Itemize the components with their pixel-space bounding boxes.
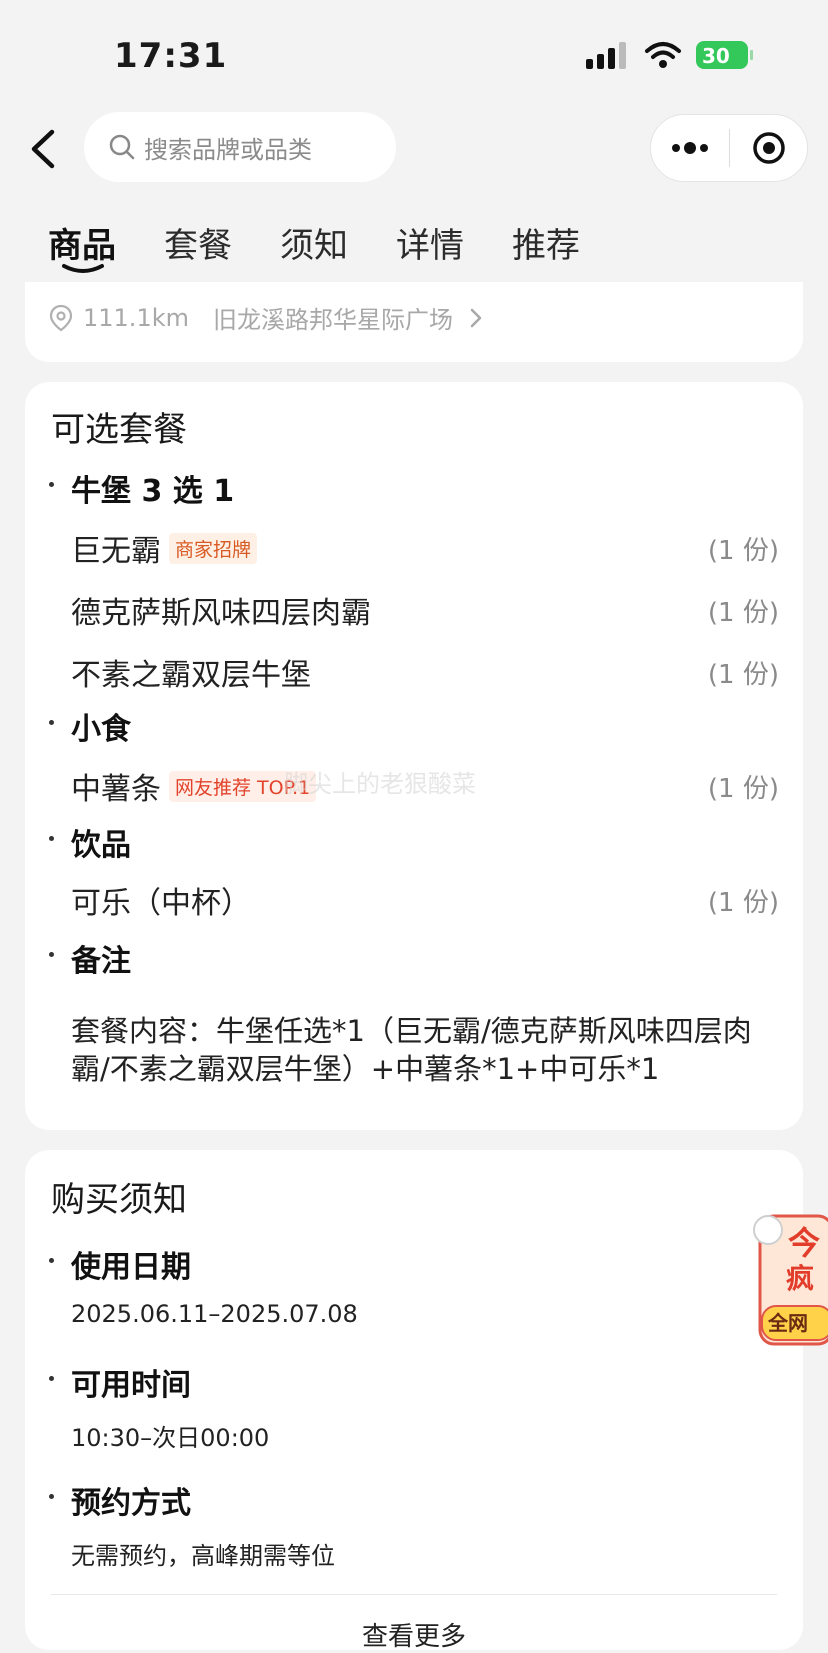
close-miniapp-button[interactable]: [730, 115, 807, 181]
more-menu-button[interactable]: [651, 115, 729, 181]
item-quantity: (1 份): [707, 598, 779, 628]
bullet-dot: [49, 836, 54, 841]
tab-recommend[interactable]: 推荐: [512, 218, 580, 267]
bullet-dot: [49, 720, 54, 725]
signature-tag: 商家招牌: [169, 532, 258, 564]
svg-text:疯: 疯: [786, 1262, 814, 1295]
notice-card: 购买须知 使用日期 2025.06.11–2025.07.08 可用时间 10:…: [25, 1150, 803, 1653]
watermark: 脚尖上的老狠酸菜: [284, 770, 476, 798]
bullet-dot: [49, 952, 54, 957]
item-name: 巨无霸 商家招牌: [71, 526, 258, 570]
group-title-burger: 牛堡 3 选 1: [49, 466, 234, 510]
tab-products[interactable]: 商品: [48, 218, 116, 267]
note-title: 备注: [49, 936, 131, 980]
bullet-dot: [49, 1376, 54, 1381]
notice-section-title: 可用时间: [49, 1360, 191, 1404]
status-bar: 17:31 30: [0, 0, 828, 110]
item-name: 可乐（中杯）: [71, 886, 251, 921]
tab-bar: 商品 套餐 须知 详情 推荐: [0, 210, 828, 280]
item-quantity: (1 份): [707, 660, 779, 690]
group-title-drink: 饮品: [49, 820, 131, 864]
svg-text:全网: 全网: [767, 1311, 808, 1335]
chevron-right-icon: [470, 308, 482, 327]
group-title-snack: 小食: [49, 704, 131, 748]
view-more-button[interactable]: 查看更多: [25, 1616, 803, 1653]
reservation-value: 无需预约，高峰期需等位: [71, 1542, 335, 1570]
search-placeholder: 搜索品牌或品类: [144, 135, 312, 164]
search-box[interactable]: 搜索品牌或品类: [84, 112, 396, 182]
bullet-dot: [49, 1258, 54, 1263]
bullet-dot: [49, 482, 54, 487]
store-distance: 111.1km: [83, 303, 189, 332]
status-time: 17:31: [114, 36, 228, 76]
note-text: 套餐内容：牛堡任选*1（巨无霸/德克萨斯风味四层肉霸/不素之霸双层牛堡）+中薯条…: [71, 1014, 752, 1086]
target-close-icon: [752, 132, 785, 164]
floating-promo-badge[interactable]: 今 疯 全网: [752, 1206, 828, 1354]
tab-details[interactable]: 详情: [396, 218, 464, 267]
item-quantity: (1 份): [707, 888, 779, 918]
miniapp-capsule: [650, 114, 808, 182]
store-address-row[interactable]: 111.1km 旧龙溪路邦华星际广场: [49, 300, 485, 335]
tab-notice[interactable]: 须知: [280, 218, 348, 267]
usage-date-value: 2025.06.11–2025.07.08: [71, 1300, 358, 1328]
item-quantity: (1 份): [707, 536, 779, 566]
promo-badge-graphic: 今 疯 全网: [753, 1214, 828, 1346]
divider: [51, 1594, 777, 1595]
store-address: 旧龙溪路邦华星际广场: [212, 306, 453, 334]
notice-section-title: 使用日期: [49, 1242, 191, 1286]
battery-icon: 30: [696, 40, 754, 70]
top-nav: 搜索品牌或品类: [0, 110, 828, 190]
tab-packages[interactable]: 套餐: [164, 218, 232, 267]
item-name: 德克萨斯风味四层肉霸: [71, 596, 371, 631]
item-name: 中薯条 网友推荐 TOP.1: [71, 764, 317, 808]
package-title: 可选套餐: [51, 410, 187, 450]
notice-section-title: 预约方式: [49, 1478, 191, 1522]
location-pin-icon: [49, 304, 73, 331]
cellular-signal-icon: [586, 42, 626, 69]
active-tab-indicator: [62, 264, 104, 273]
svg-text:今: 今: [788, 1224, 820, 1262]
more-dots-icon: [672, 142, 708, 154]
item-name: 不素之霸双层牛堡: [71, 658, 311, 693]
usage-time-value: 10:30–次日00:00: [71, 1424, 270, 1452]
bullet-dot: [49, 1494, 54, 1499]
search-icon: [109, 134, 135, 160]
svg-text:30: 30: [702, 44, 730, 68]
item-quantity: (1 份): [707, 774, 779, 804]
package-card: 可选套餐 牛堡 3 选 1 巨无霸 商家招牌 (1 份) 德克萨斯风味四层肉霸 …: [25, 382, 803, 1130]
notice-title: 购买须知: [51, 1180, 187, 1220]
store-card: 111.1km 旧龙溪路邦华星际广场: [25, 282, 803, 362]
back-arrow-icon[interactable]: [22, 124, 62, 174]
wifi-icon: [645, 42, 681, 68]
